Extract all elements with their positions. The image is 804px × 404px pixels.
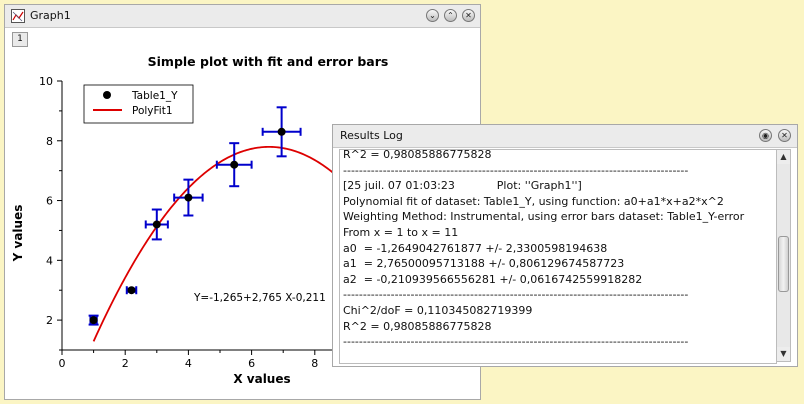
close-button[interactable]: ✕ [462, 9, 475, 22]
scroll-up-icon[interactable]: ▲ [777, 150, 790, 164]
x-tick-label: 4 [185, 357, 192, 370]
y-tick-label: 10 [39, 75, 53, 88]
y-tick-label: 4 [46, 254, 53, 267]
scroll-down-icon[interactable]: ▼ [777, 347, 790, 361]
log-line: Chi^2/doF = 0,110345082719399 [343, 303, 533, 317]
log-line: a2 = -0,210939566556281 +/- 0,0616742559… [343, 272, 643, 286]
data-point-marker [127, 286, 136, 295]
legend-marker-table1-y [103, 91, 111, 99]
log-line: From x = 1 to x = 11 [343, 225, 459, 239]
graph-window-icon [11, 9, 25, 23]
maximize-button[interactable]: ⌃ [444, 9, 457, 22]
y-tick-label: 8 [46, 135, 53, 148]
log-line: Weighting Method: Instrumental, using er… [343, 210, 745, 224]
results-log-window[interactable]: Results Log ◉ ✕ R^2 = 0,98085886775828 --… [332, 124, 798, 367]
float-button[interactable]: ◉ [759, 129, 772, 142]
minimize-button[interactable]: ⌄ [426, 9, 439, 22]
x-tick-label: 2 [122, 357, 129, 370]
x-tick-label: 0 [59, 357, 66, 370]
results-log-scrollbar[interactable]: ▲ ▼ [776, 149, 791, 362]
data-point [173, 178, 204, 217]
data-point-marker [230, 160, 239, 169]
log-line: R^2 = 0,98085886775828 [343, 319, 492, 333]
log-line: a1 = 2,76500095713188 +/- 0,806129674587… [343, 257, 625, 271]
data-point [88, 314, 99, 326]
log-line: Polynomial fit of dataset: Table1_Y, usi… [343, 194, 724, 208]
y-axis-label: Y values [11, 205, 25, 263]
graph-window-title: Graph1 [30, 9, 71, 22]
legend-label-polyfit1: PolyFit1 [132, 105, 173, 117]
results-log-text[interactable]: R^2 = 0,98085886775828 ------------------… [339, 149, 777, 364]
y-tick-label: 6 [46, 195, 53, 208]
scroll-thumb[interactable] [778, 236, 789, 292]
log-line: [25 juil. 07 01:03:23 Plot: ''Graph1''] [343, 179, 582, 193]
x-tick-label: 8 [311, 357, 318, 370]
data-point-marker [89, 316, 98, 325]
x-axis-label: X values [233, 372, 290, 386]
legend-label-table1-y: Table1_Y [131, 90, 178, 102]
data-point [125, 286, 138, 295]
close-log-button[interactable]: ✕ [778, 129, 791, 142]
log-line: a0 = -1,2649042761877 +/- 2,330059819463… [343, 241, 608, 255]
results-log-title: Results Log [340, 129, 403, 142]
log-line: ----------------------------------------… [343, 335, 689, 349]
results-log-titlebar[interactable]: Results Log ◉ ✕ [333, 125, 797, 148]
y-tick-label: 2 [46, 314, 53, 327]
data-point [261, 106, 302, 158]
x-tick-label: 6 [248, 357, 255, 370]
graph-titlebar[interactable]: Graph1 ⌄ ⌃ ✕ [5, 5, 480, 28]
log-line: ----------------------------------------… [343, 163, 689, 177]
fit-equation-annotation: Y=-1,265+2,765 X-0,211 [193, 292, 326, 304]
data-point-marker [184, 193, 193, 202]
log-line: ----------------------------------------… [343, 288, 689, 302]
chart-title: Simple plot with fit and error bars [148, 54, 389, 69]
data-point-marker [152, 220, 161, 229]
log-line: R^2 = 0,98085886775828 [343, 149, 492, 161]
data-point-marker [277, 127, 286, 136]
legend[interactable]: Table1_Y PolyFit1 [83, 84, 194, 124]
data-point [144, 208, 169, 241]
